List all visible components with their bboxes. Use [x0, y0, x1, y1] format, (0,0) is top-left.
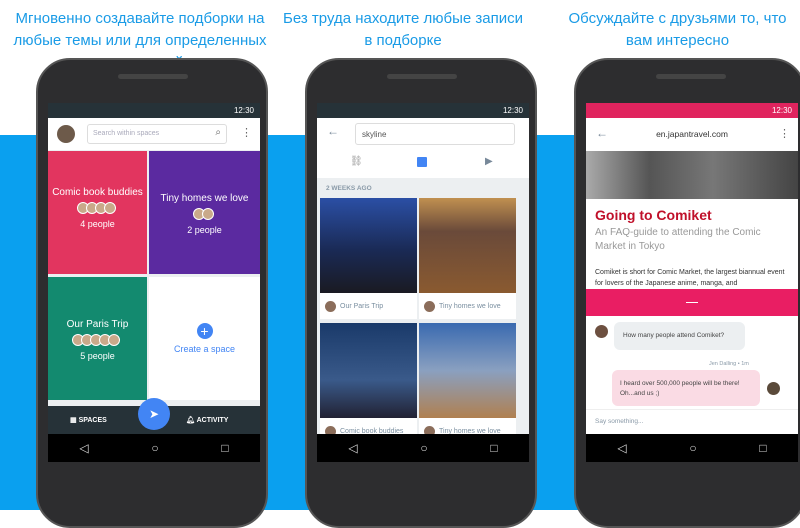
result-card[interactable]: Comic book buddies	[320, 323, 417, 444]
back-icon[interactable]: ◁	[79, 441, 88, 455]
image-filter-icon[interactable]	[417, 157, 427, 167]
back-icon[interactable]: ◁	[617, 441, 626, 455]
result-card[interactable]: Our Paris Trip	[320, 198, 417, 319]
recents-icon[interactable]: □	[221, 441, 228, 455]
avatar	[424, 300, 435, 312]
avatars	[48, 202, 147, 216]
screen: 12:30 ← skyline ⛓ ▶ 2 WEEKS AGO Our Pari…	[317, 103, 529, 462]
tiny-home-image	[419, 198, 516, 293]
page-domain: en.japantravel.com	[656, 129, 728, 139]
recents-icon[interactable]: □	[759, 441, 766, 455]
recents-icon[interactable]: □	[490, 441, 497, 455]
search-input[interactable]: Search within spaces ⌕	[87, 124, 227, 144]
screen: 12:30 Search within spaces ⌕ ⋮ Comic book…	[48, 103, 260, 462]
android-nav: ◁ ○ □	[48, 434, 260, 462]
more-icon[interactable]: ⋮	[779, 127, 790, 140]
drag-handle[interactable]	[586, 289, 798, 316]
avatar	[767, 382, 780, 395]
share-fab[interactable]: ➤	[138, 398, 170, 430]
phone-search: 12:30 ← skyline ⛓ ▶ 2 WEEKS AGO Our Pari…	[305, 58, 537, 528]
home-icon[interactable]: ○	[420, 441, 427, 455]
result-card[interactable]: Tiny homes we love	[419, 198, 516, 319]
article-image	[586, 151, 798, 199]
article-title: Going to Comiket	[595, 207, 712, 223]
more-icon[interactable]: ⋮	[241, 126, 252, 139]
message-text: How many people attend Comiket?	[623, 332, 725, 339]
send-icon: ➤	[148, 407, 160, 421]
phone-chat: 12:30 ← en.japantravel.com ⋮ Going to Co…	[574, 58, 800, 528]
search-placeholder: Search within spaces	[93, 130, 160, 137]
space-tile[interactable]: Tiny homes we love 2 people	[149, 151, 260, 274]
home-icon[interactable]: ○	[689, 441, 696, 455]
search-input[interactable]: skyline	[355, 123, 515, 145]
tab-label: SPACES	[78, 417, 107, 424]
avatar[interactable]	[57, 125, 75, 143]
people-count: 4 people	[80, 219, 115, 229]
space-title: Our Paris Trip	[66, 319, 129, 330]
article-body: Comiket is short for Comic Market, the l…	[595, 269, 785, 287]
tab-spaces[interactable]: ▦ SPACES	[70, 416, 107, 424]
space-name: Our Paris Trip	[340, 302, 384, 310]
article-subtitle: An FAQ-guide to attending the Comic Mark…	[595, 227, 761, 252]
link-filter-icon[interactable]: ⛓	[350, 156, 363, 167]
paris-image	[320, 198, 417, 293]
android-nav: ◁ ○ □	[317, 434, 529, 462]
plus-icon: +	[196, 323, 213, 339]
tab-activity[interactable]: 🔔︎ ACTIVITY	[186, 416, 228, 424]
home-icon[interactable]: ○	[151, 441, 158, 455]
people-count: 5 people	[80, 351, 115, 361]
status-time: 12:30	[233, 106, 254, 115]
sender-label: Jen Dalling • 1m	[709, 361, 749, 367]
input-placeholder: Say something...	[595, 418, 644, 425]
caption-2: Без труда находите любые записи в подбор…	[283, 10, 524, 49]
avatar	[325, 300, 336, 312]
video-filter-icon[interactable]: ▶	[485, 156, 493, 167]
back-arrow-icon[interactable]: ←	[327, 124, 339, 138]
android-nav: ◁ ○ □	[586, 434, 798, 462]
message-bubble: How many people attend Comiket?	[614, 322, 745, 350]
avatars	[48, 334, 147, 348]
cabin-image	[419, 323, 516, 418]
status-time: 12:30	[502, 106, 523, 115]
space-title: Comic book buddies	[52, 187, 143, 198]
space-tile[interactable]: Comic book buddies 4 people	[48, 151, 147, 274]
message-input[interactable]: Say something...	[586, 409, 798, 434]
create-label: Create a space	[173, 344, 236, 354]
message-bubble: I heard over 500,000 people will be ther…	[612, 370, 760, 406]
space-name: Tiny homes we love	[439, 302, 501, 310]
avatars	[149, 208, 260, 222]
avatar	[595, 325, 608, 338]
search-value: skyline	[362, 130, 387, 139]
status-time: 12:30	[771, 106, 792, 115]
space-title: Tiny homes we love	[160, 193, 249, 204]
space-tile[interactable]: Our Paris Trip 5 people	[48, 277, 147, 400]
message-text: I heard over 500,000 people will be ther…	[620, 380, 740, 397]
result-card[interactable]: Tiny homes we love	[419, 323, 516, 444]
phone-spaces: 12:30 Search within spaces ⌕ ⋮ Comic book…	[36, 58, 268, 528]
comic-city-image	[320, 323, 417, 418]
caption-3: Обсуждайте с друзьями то, что вам интере…	[568, 10, 787, 49]
tab-label: ACTIVITY	[196, 417, 229, 424]
grid-icon: ▦	[70, 417, 79, 424]
section-label: 2 WEEKS AGO	[326, 185, 372, 192]
screen: 12:30 ← en.japantravel.com ⋮ Going to Co…	[586, 103, 798, 462]
bell-icon: 🔔︎	[186, 417, 197, 424]
people-count: 2 people	[187, 225, 222, 235]
create-space-button[interactable]: + Create a space	[149, 277, 260, 400]
back-icon[interactable]: ◁	[348, 441, 357, 455]
search-icon[interactable]: ⌕	[215, 127, 221, 138]
